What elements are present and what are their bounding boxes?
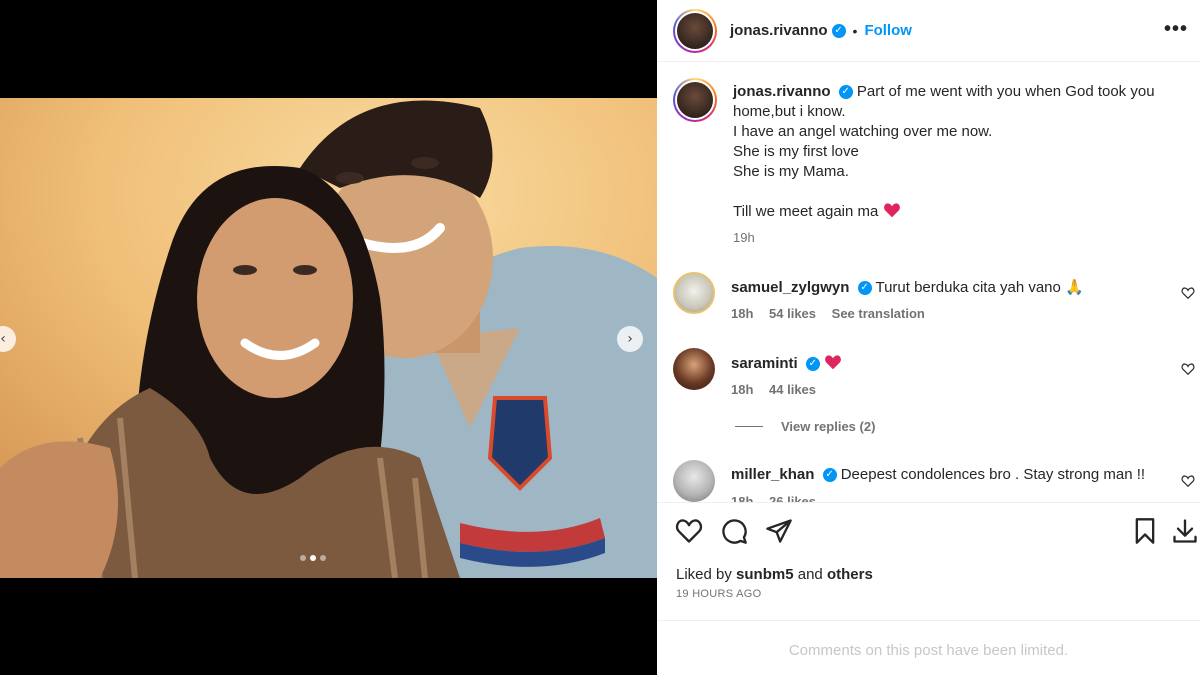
verified-icon: ✓ bbox=[805, 357, 820, 372]
replies-divider bbox=[735, 426, 763, 427]
save-icon[interactable] bbox=[1131, 517, 1159, 545]
comment-likes[interactable]: 44 likes bbox=[769, 382, 816, 397]
verified-icon: ✓ bbox=[838, 85, 853, 100]
carousel-dot bbox=[320, 555, 326, 561]
author-avatar[interactable] bbox=[673, 8, 717, 53]
author-username[interactable]: jonas.rivanno bbox=[730, 22, 828, 39]
comment-username[interactable]: samuel_zylgwyn bbox=[731, 279, 849, 296]
comment-text: Turut berduka cita yah vano bbox=[875, 279, 1061, 296]
post-media: ‹ › bbox=[0, 0, 657, 675]
carousel-next-button[interactable]: › bbox=[617, 326, 643, 352]
heart-icon[interactable] bbox=[675, 517, 703, 545]
post-caption: jonas.rivanno ✓ Part of me went with you… bbox=[733, 82, 1193, 248]
comment-item: miller_khan ✓ Deepest condolences bro . … bbox=[673, 460, 1200, 502]
post-timestamp[interactable]: 19 HOURS AGO bbox=[676, 588, 762, 600]
comment-username[interactable]: miller_khan bbox=[731, 466, 814, 483]
carousel-dot-active bbox=[310, 555, 316, 561]
comment-icon[interactable] bbox=[720, 517, 748, 545]
likes-and: and bbox=[797, 566, 823, 583]
action-bar bbox=[657, 502, 1200, 560]
caption-line: She is my Mama. bbox=[733, 163, 849, 180]
caption-line: I have an angel watching over me now. bbox=[733, 123, 993, 140]
comments-section[interactable]: jonas.rivanno ✓ Part of me went with you… bbox=[657, 62, 1200, 502]
caption-username[interactable]: jonas.rivanno bbox=[733, 83, 831, 100]
caption-line: She is my first love bbox=[733, 143, 859, 160]
post-side-panel: jonas.rivanno ✓ • Follow ••• jonas.rivan… bbox=[657, 0, 1200, 675]
view-replies-label[interactable]: View replies (2) bbox=[781, 419, 875, 434]
commenter-avatar[interactable] bbox=[673, 272, 715, 314]
post-photo[interactable] bbox=[0, 98, 657, 578]
likes-summary: Liked by sunbm5 and others bbox=[676, 566, 873, 583]
caption-author-avatar[interactable] bbox=[673, 78, 717, 122]
verified-icon: ✓ bbox=[831, 23, 846, 38]
verified-icon: ✓ bbox=[822, 468, 837, 483]
comment-item: samuel_zylgwyn ✓ Turut berduka cita yah … bbox=[673, 272, 1200, 332]
comments-limited-notice: Comments on this post have been limited. bbox=[657, 620, 1200, 675]
comment-text-line: miller_khan ✓ Deepest condolences bro . … bbox=[731, 466, 1145, 483]
carousel-dot bbox=[300, 555, 306, 561]
separator-dot: • bbox=[852, 22, 858, 39]
comment-text: Deepest condolences bro . Stay strong ma… bbox=[840, 466, 1146, 483]
praying-hands-icon: 🙏 bbox=[1065, 278, 1084, 296]
share-icon[interactable] bbox=[765, 517, 793, 545]
likes-prefix: Liked by bbox=[676, 566, 732, 583]
more-icon[interactable]: ••• bbox=[1164, 18, 1188, 41]
download-icon[interactable] bbox=[1171, 517, 1199, 545]
comment-text-line: samuel_zylgwyn ✓ Turut berduka cita yah … bbox=[731, 278, 1084, 296]
follow-button[interactable]: Follow bbox=[864, 22, 912, 39]
caption-time: 19h bbox=[733, 230, 755, 245]
commenter-avatar[interactable] bbox=[673, 460, 715, 502]
comment-likes[interactable]: 54 likes bbox=[769, 306, 816, 321]
carousel-indicator bbox=[300, 555, 326, 561]
comment-meta: 18h 26 likes bbox=[731, 494, 828, 502]
comment-meta: 18h 44 likes bbox=[731, 382, 828, 397]
comment-time: 18h bbox=[731, 306, 754, 321]
heart-icon[interactable] bbox=[1181, 474, 1195, 488]
comment-meta: 18h 54 likes See translation bbox=[731, 306, 937, 321]
verified-icon: ✓ bbox=[857, 281, 872, 296]
commenter-avatar[interactable] bbox=[673, 348, 715, 390]
see-translation-link[interactable]: See translation bbox=[832, 306, 925, 321]
post-header: jonas.rivanno ✓ • Follow ••• bbox=[657, 0, 1200, 62]
view-replies-button[interactable]: View replies (2) bbox=[735, 419, 875, 434]
comment-time: 18h bbox=[731, 494, 754, 502]
likes-user-link[interactable]: sunbm5 bbox=[736, 566, 794, 583]
heart-icon[interactable] bbox=[1181, 286, 1195, 300]
comment-time: 18h bbox=[731, 382, 754, 397]
comment-username[interactable]: saraminti bbox=[731, 355, 798, 372]
heart-icon[interactable] bbox=[1181, 362, 1195, 376]
comment-likes[interactable]: 26 likes bbox=[769, 494, 816, 502]
red-heart-icon bbox=[883, 203, 900, 218]
likes-others-link[interactable]: others bbox=[827, 566, 873, 583]
comment-text-line: saraminti ✓ bbox=[731, 354, 842, 372]
red-heart-icon bbox=[825, 355, 841, 370]
caption-line: Till we meet again ma bbox=[733, 203, 879, 220]
comment-item: saraminti ✓ 18h 44 likes bbox=[673, 348, 1200, 408]
